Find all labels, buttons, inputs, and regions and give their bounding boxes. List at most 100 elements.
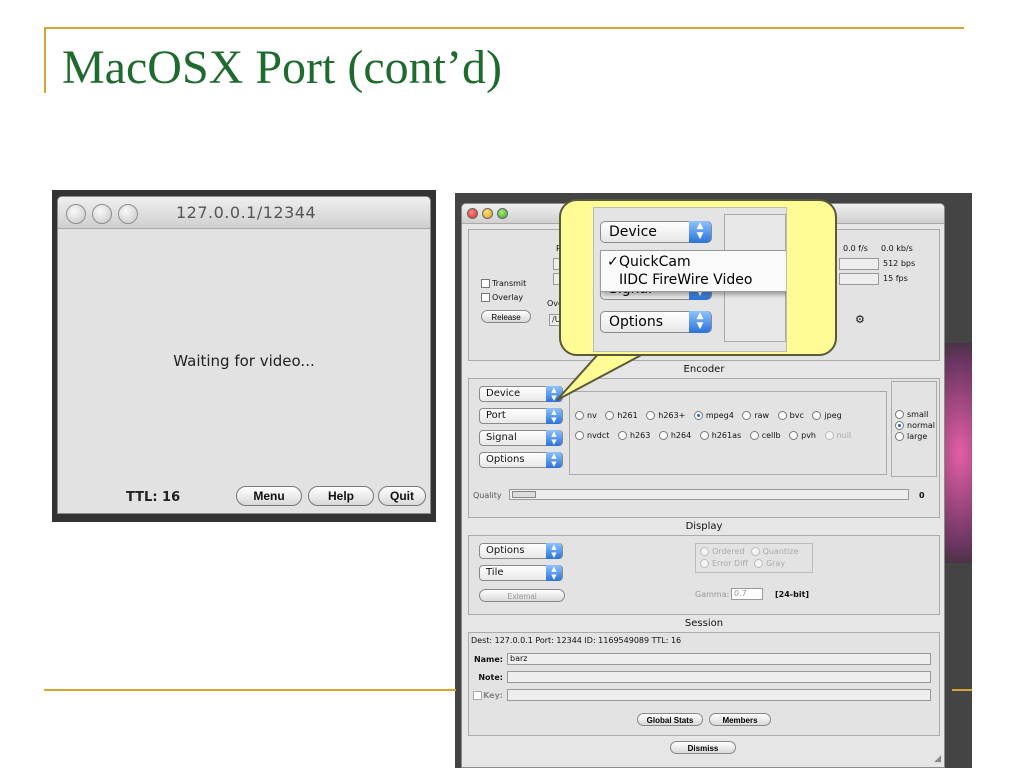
codec-h263[interactable]: h263 [617, 431, 650, 440]
global-stats-button[interactable]: Global Stats [637, 713, 703, 726]
quit-button[interactable]: Quit [378, 486, 426, 506]
size-small[interactable]: small [895, 409, 935, 420]
codec-h264[interactable]: h264 [658, 431, 691, 440]
radio-icon [753, 559, 763, 568]
callout-options-select[interactable]: Options ▲ ▼ [600, 311, 712, 333]
bps-label: 512 bps [883, 259, 916, 268]
name-label: Name: [473, 655, 503, 664]
signal-select[interactable]: Signal ▲ ▼ [479, 430, 563, 446]
port-select-label: Port [486, 410, 506, 421]
radio-icon [895, 432, 904, 441]
device-dropdown-menu: ✓QuickCam IIDC FireWire Video [600, 250, 786, 292]
radio-icon [895, 410, 904, 419]
resize-grip-icon[interactable]: ◢ [934, 754, 941, 764]
radio-icon [789, 431, 799, 440]
quality-slider[interactable] [509, 489, 909, 500]
codec-null: null [824, 431, 851, 440]
minimize-icon[interactable] [92, 204, 112, 224]
dither-box: Ordered Quantize Error Diff Gray [695, 543, 813, 573]
codec-jpeg[interactable]: jpeg [812, 411, 842, 420]
device-callout: Device ▲▼ Signal ▲▼ ntsc Options ▲▼ ✓Qui… [559, 199, 837, 356]
zoom-icon[interactable] [118, 204, 138, 224]
quality-slider-thumb[interactable] [512, 491, 536, 498]
dither-gray[interactable]: Gray [753, 558, 785, 570]
dither-quantize[interactable]: Quantize [750, 546, 798, 558]
callout-zoomed-view: Device ▲▼ Signal ▲▼ ntsc Options ▲▼ ✓Qui… [593, 207, 787, 352]
checkmark-icon: ✓ [607, 254, 619, 270]
radio-icon [700, 559, 709, 568]
members-button[interactable]: Members [709, 713, 771, 726]
name-field[interactable]: barz [507, 653, 931, 665]
device-select[interactable]: Device ▲ ▼ [479, 386, 563, 402]
settings-icon[interactable]: ⚙ [855, 313, 865, 326]
key-checkbox[interactable] [473, 691, 482, 700]
size-normal[interactable]: normal [895, 420, 935, 431]
menu-item-quickcam[interactable]: ✓QuickCam [601, 253, 786, 271]
gamma-field[interactable]: 0.7 [731, 588, 763, 600]
codec-nv[interactable]: nv [575, 411, 597, 420]
codec-cellb[interactable]: cellb [749, 431, 781, 440]
menu-item-iidc-firewire[interactable]: IIDC FireWire Video [601, 271, 786, 289]
radio-icon [699, 431, 709, 440]
video-window-titlebar[interactable]: 127.0.0.1/12344 [58, 197, 430, 229]
stepper-icon: ▲▼ [546, 386, 562, 402]
close-icon[interactable] [467, 208, 478, 219]
radio-icon [575, 411, 584, 420]
codec-nvdct[interactable]: nvdct [575, 431, 609, 440]
key-field[interactable] [507, 689, 931, 701]
codec-raw[interactable]: raw [742, 411, 769, 420]
radio-icon [750, 547, 760, 556]
stepper-icon: ▲▼ [689, 311, 711, 333]
radio-icon [777, 411, 787, 420]
minimize-icon[interactable] [482, 208, 493, 219]
stepper-icon: ▲▼ [546, 408, 562, 424]
radio-icon [605, 411, 615, 420]
size-large[interactable]: large [895, 431, 935, 442]
display-options-select[interactable]: Options ▲ ▼ [479, 543, 563, 559]
options-select[interactable]: Options ▲ ▼ [479, 452, 563, 468]
radio-selected-icon [693, 411, 703, 420]
key-label: Key: [483, 691, 503, 700]
radio-icon [575, 431, 584, 440]
display-panel: Options ▲ ▼ Tile ▲ ▼ External Ordered Quant… [468, 535, 940, 615]
overlay-label: Overlay [492, 293, 524, 302]
signal-select-label: Signal [486, 432, 517, 443]
tile-select-label: Tile [486, 567, 504, 578]
radio-icon [749, 431, 759, 440]
callout-device-select[interactable]: Device ▲ ▼ [600, 221, 712, 243]
note-label: Note: [478, 673, 503, 682]
close-icon[interactable] [66, 204, 86, 224]
encoder-title: Encoder [683, 364, 725, 375]
zoom-icon[interactable] [497, 208, 508, 219]
slide-title: MacOSX Port (cont’d) [62, 41, 502, 94]
color-depth-label: [24-bit] [775, 590, 810, 599]
dismiss-button[interactable]: Dismiss [670, 741, 736, 754]
overlay-checkbox[interactable] [481, 293, 490, 302]
codec-h261as[interactable]: h261as [699, 431, 741, 440]
radio-icon [617, 431, 627, 440]
bandwidth-slider[interactable] [839, 258, 879, 270]
radio-icon [700, 547, 709, 556]
menu-button[interactable]: Menu [236, 486, 302, 506]
help-button[interactable]: Help [308, 486, 374, 506]
callout-device-label: Device [609, 224, 657, 240]
dither-ordered[interactable]: Ordered [700, 546, 745, 558]
codec-h261[interactable]: h261 [605, 411, 638, 420]
codec-pvh[interactable]: pvh [789, 431, 816, 440]
codec-row-1: nv h261 h263+ mpeg4 raw bvc jpeg [575, 411, 848, 420]
note-field[interactable] [507, 671, 931, 683]
release-button[interactable]: Release [481, 310, 531, 323]
radio-selected-icon [895, 421, 904, 430]
radio-icon [824, 431, 834, 440]
port-select[interactable]: Port ▲ ▼ [479, 408, 563, 424]
transmit-checkbox[interactable] [481, 279, 490, 288]
codec-h263plus[interactable]: h263+ [646, 411, 685, 420]
codec-mpeg4[interactable]: mpeg4 [693, 411, 734, 420]
transmit-label: Transmit [492, 279, 527, 288]
framerate-slider[interactable] [839, 273, 879, 285]
dither-error-diff[interactable]: Error Diff [700, 558, 748, 570]
external-button[interactable]: External [479, 589, 565, 602]
quality-value: 0 [919, 491, 925, 500]
codec-bvc[interactable]: bvc [777, 411, 804, 420]
tile-select[interactable]: Tile ▲ ▼ [479, 565, 563, 581]
